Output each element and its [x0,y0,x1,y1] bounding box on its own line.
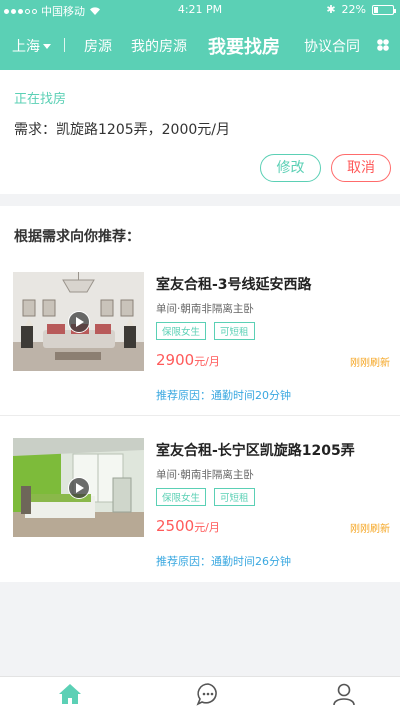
home-icon[interactable] [57,682,83,706]
bluetooth-icon: ✱ [326,3,336,16]
listing-subtitle: 单间·朝南非隔离主卧 [156,469,254,481]
edit-button[interactable]: 修改 [260,154,321,182]
freshness-label: 刚刚刷新 [350,524,390,535]
listing-tags: 保限女生 可短租 [156,322,255,340]
recommend-reason: 推荐原因：通勤时间26分钟 [156,555,291,568]
top-nav: 上海 房源 我的房源 我要找房 协议合同 [0,26,400,64]
listing-title: 室友合租-3号线延安西路 [156,277,312,293]
listing-tags: 保限女生 可短租 [156,488,255,506]
tab-find-home[interactable]: 我要找房 [208,33,280,59]
chat-icon[interactable] [195,682,221,706]
search-status-card: 正在找房 需求：凯旋路1205弄，2000元/月 修改 取消 [0,70,400,194]
price-unit: 元/月 [194,355,220,368]
listing-card[interactable]: 室友合租-3号线延安西路 单间·朝南非隔离主卧 保限女生 可短租 2900元/月… [0,250,400,415]
cancel-button[interactable]: 取消 [331,154,391,182]
tag-short-rent: 可短租 [214,322,255,340]
listing-photo[interactable] [13,272,144,371]
listing-title: 室友合租-长宁区凯旋路1205弄 [156,443,355,459]
bottom-tab-bar [0,676,400,706]
listing-price: 2900元/月 [156,350,220,369]
battery-percent: 22% [341,3,366,16]
tag-female-only: 保限女生 [156,322,207,340]
chevron-down-icon [43,43,51,49]
recommend-reason: 推荐原因：通勤时间20分钟 [156,389,291,402]
play-icon[interactable] [68,311,90,333]
listing-subtitle: 单间·朝南非隔离主卧 [156,303,254,315]
nav-divider [64,38,65,52]
price-value: 2500 [156,517,195,535]
freshness-label: 刚刚刷新 [350,358,390,369]
battery-icon [372,4,396,15]
tag-female-only: 保限女生 [156,488,207,506]
city-selector[interactable]: 上海 [12,36,51,56]
recommend-title: 根据需求向你推荐： [14,229,140,245]
price-unit: 元/月 [194,521,220,534]
search-status-label: 正在找房 [14,92,67,107]
tab-contracts[interactable]: 协议合同 [304,36,360,56]
status-bar: 中国移动 4:21 PM ✱ 22% [0,0,400,20]
listing-price: 2500元/月 [156,516,220,535]
battery-fill [374,6,378,13]
city-label: 上海 [12,39,40,55]
play-icon[interactable] [68,477,90,499]
recommend-section: 根据需求向你推荐： 室友合租-3号线延安西路 单间·朝南非隔离主卧 保限女生 可… [0,206,400,582]
profile-icon[interactable] [331,682,357,706]
price-value: 2900 [156,351,195,369]
grid-icon[interactable] [376,38,390,52]
status-right: ✱ 22% [326,3,396,16]
listing-photo[interactable] [13,438,144,537]
tab-my-listings[interactable]: 我的房源 [131,36,187,56]
tab-listings[interactable]: 房源 [84,36,112,56]
tag-short-rent: 可短租 [214,488,255,506]
app-header: 中国移动 4:21 PM ✱ 22% 上海 房源 我的房源 我要找房 协议合同 [0,0,400,70]
listing-card[interactable]: 室友合租-长宁区凯旋路1205弄 单间·朝南非隔离主卧 保限女生 可短租 250… [0,415,400,580]
search-requirement: 需求：凯旋路1205弄，2000元/月 [14,122,230,138]
